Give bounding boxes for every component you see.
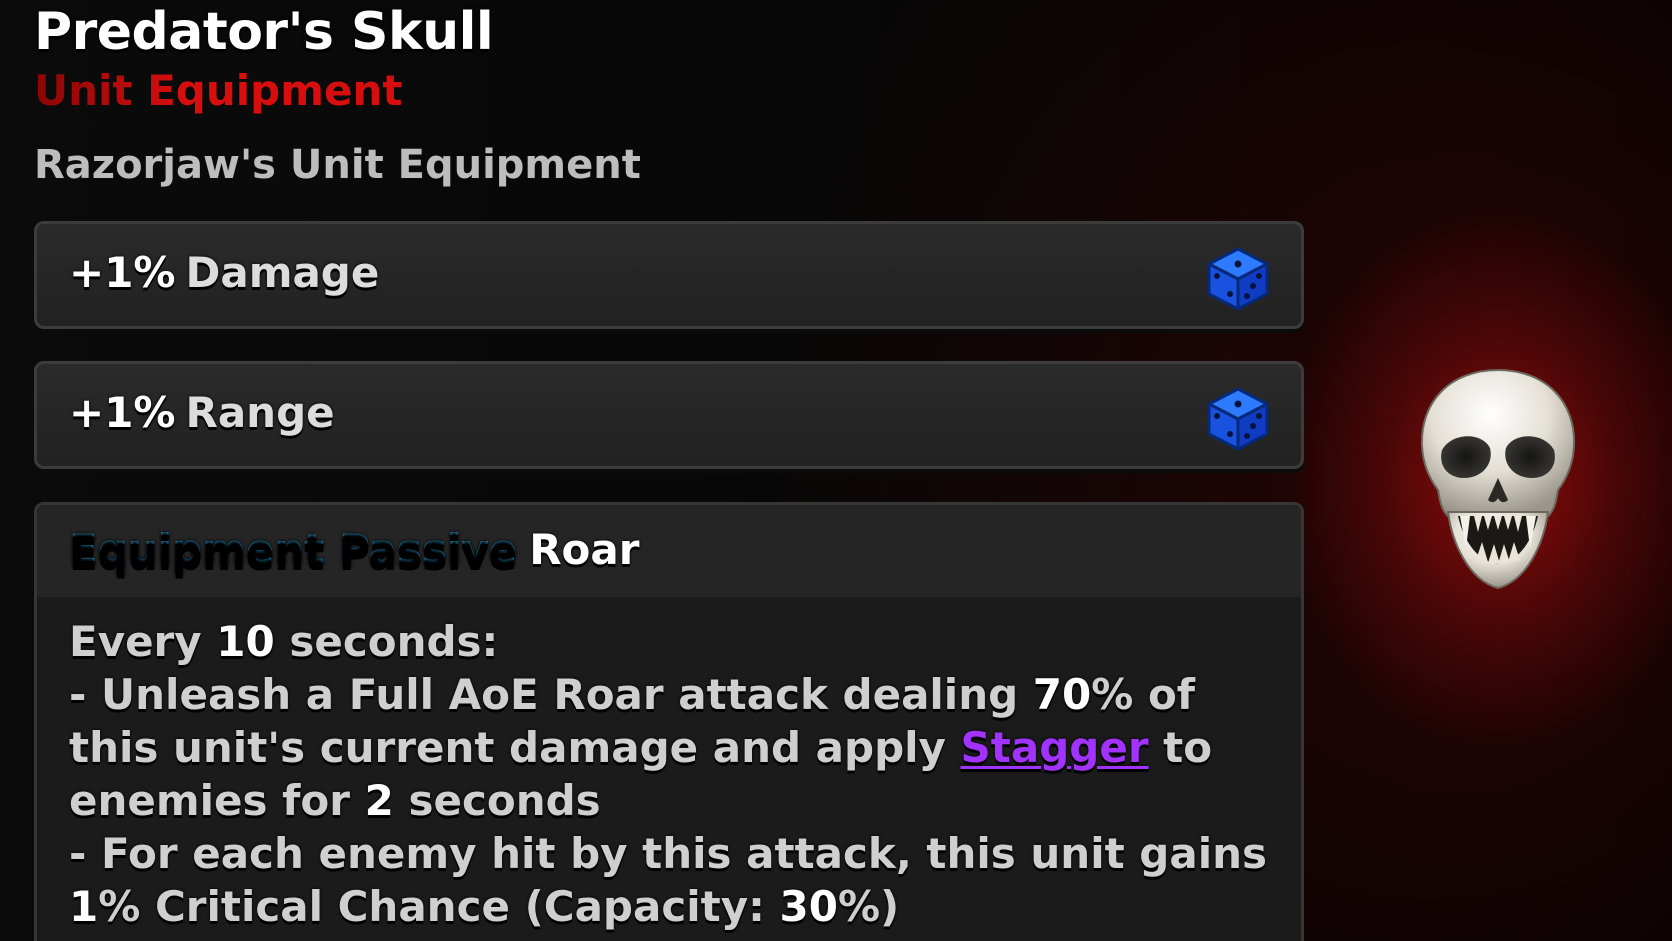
item-type: Unit Equipment <box>34 66 403 115</box>
text: %) <box>837 882 900 931</box>
text: Every <box>69 617 202 666</box>
interval-value: 10 <box>216 617 275 666</box>
text: this unit's current damage and apply <box>69 723 946 772</box>
stat-row-range: +1% Range <box>34 361 1304 469</box>
passive-label: Equipment Passive <box>69 525 518 574</box>
dice-icon[interactable] <box>1205 246 1271 312</box>
passive-description: Every 10 seconds: - Unleash a Full AoE R… <box>69 615 1279 933</box>
text: enemies for <box>69 776 350 825</box>
passive-name: Roar <box>529 525 640 574</box>
passive-line: Every 10 seconds: <box>69 615 1279 668</box>
passive-panel: Equipment Passive Roar Every 10 seconds: … <box>34 502 1304 941</box>
skull-icon <box>1420 368 1576 590</box>
text: - For each enemy hit by this attack, thi… <box>69 829 1268 878</box>
passive-line: - For each enemy hit by this attack, thi… <box>69 827 1279 880</box>
crit-gain-value: 1 <box>69 882 99 931</box>
damage-percent-value: 70 <box>1032 670 1092 719</box>
text: - Unleash a Full AoE Roar attack dealing <box>69 670 1019 719</box>
passive-line: 1% Critical Chance (Capacity: 30%) <box>69 880 1279 933</box>
text: % Critical Chance (Capacity: <box>98 882 765 931</box>
stat-text: +1% Range <box>69 388 335 437</box>
dice-icon[interactable] <box>1205 386 1271 452</box>
item-tooltip-screen: Predator's Skull Unit Equipment Razorjaw… <box>0 0 1672 941</box>
text: to <box>1163 723 1213 772</box>
item-owner: Razorjaw's Unit Equipment <box>34 142 641 188</box>
passive-line: this unit's current damage and apply Sta… <box>69 721 1279 774</box>
text: % of <box>1091 670 1196 719</box>
passive-header: Equipment Passive Roar <box>37 505 1301 597</box>
stat-value: +1% <box>69 388 176 437</box>
stat-text: +1% Damage <box>69 248 379 297</box>
item-title: Predator's Skull <box>34 2 494 62</box>
stat-label: Range <box>185 388 335 437</box>
passive-header-text: Equipment Passive Roar <box>69 525 639 574</box>
stat-row-damage: +1% Damage <box>34 221 1304 329</box>
stat-label: Damage <box>185 248 380 297</box>
text: seconds: <box>289 617 499 666</box>
crit-cap-value: 30 <box>779 882 838 931</box>
passive-line: - Unleash a Full AoE Roar attack dealing… <box>69 668 1279 721</box>
stagger-keyword-link[interactable]: Stagger <box>961 723 1149 772</box>
stat-value: +1% <box>69 248 176 297</box>
duration-value: 2 <box>364 776 394 825</box>
text: seconds <box>408 776 601 825</box>
passive-line: enemies for 2 seconds <box>69 774 1279 827</box>
